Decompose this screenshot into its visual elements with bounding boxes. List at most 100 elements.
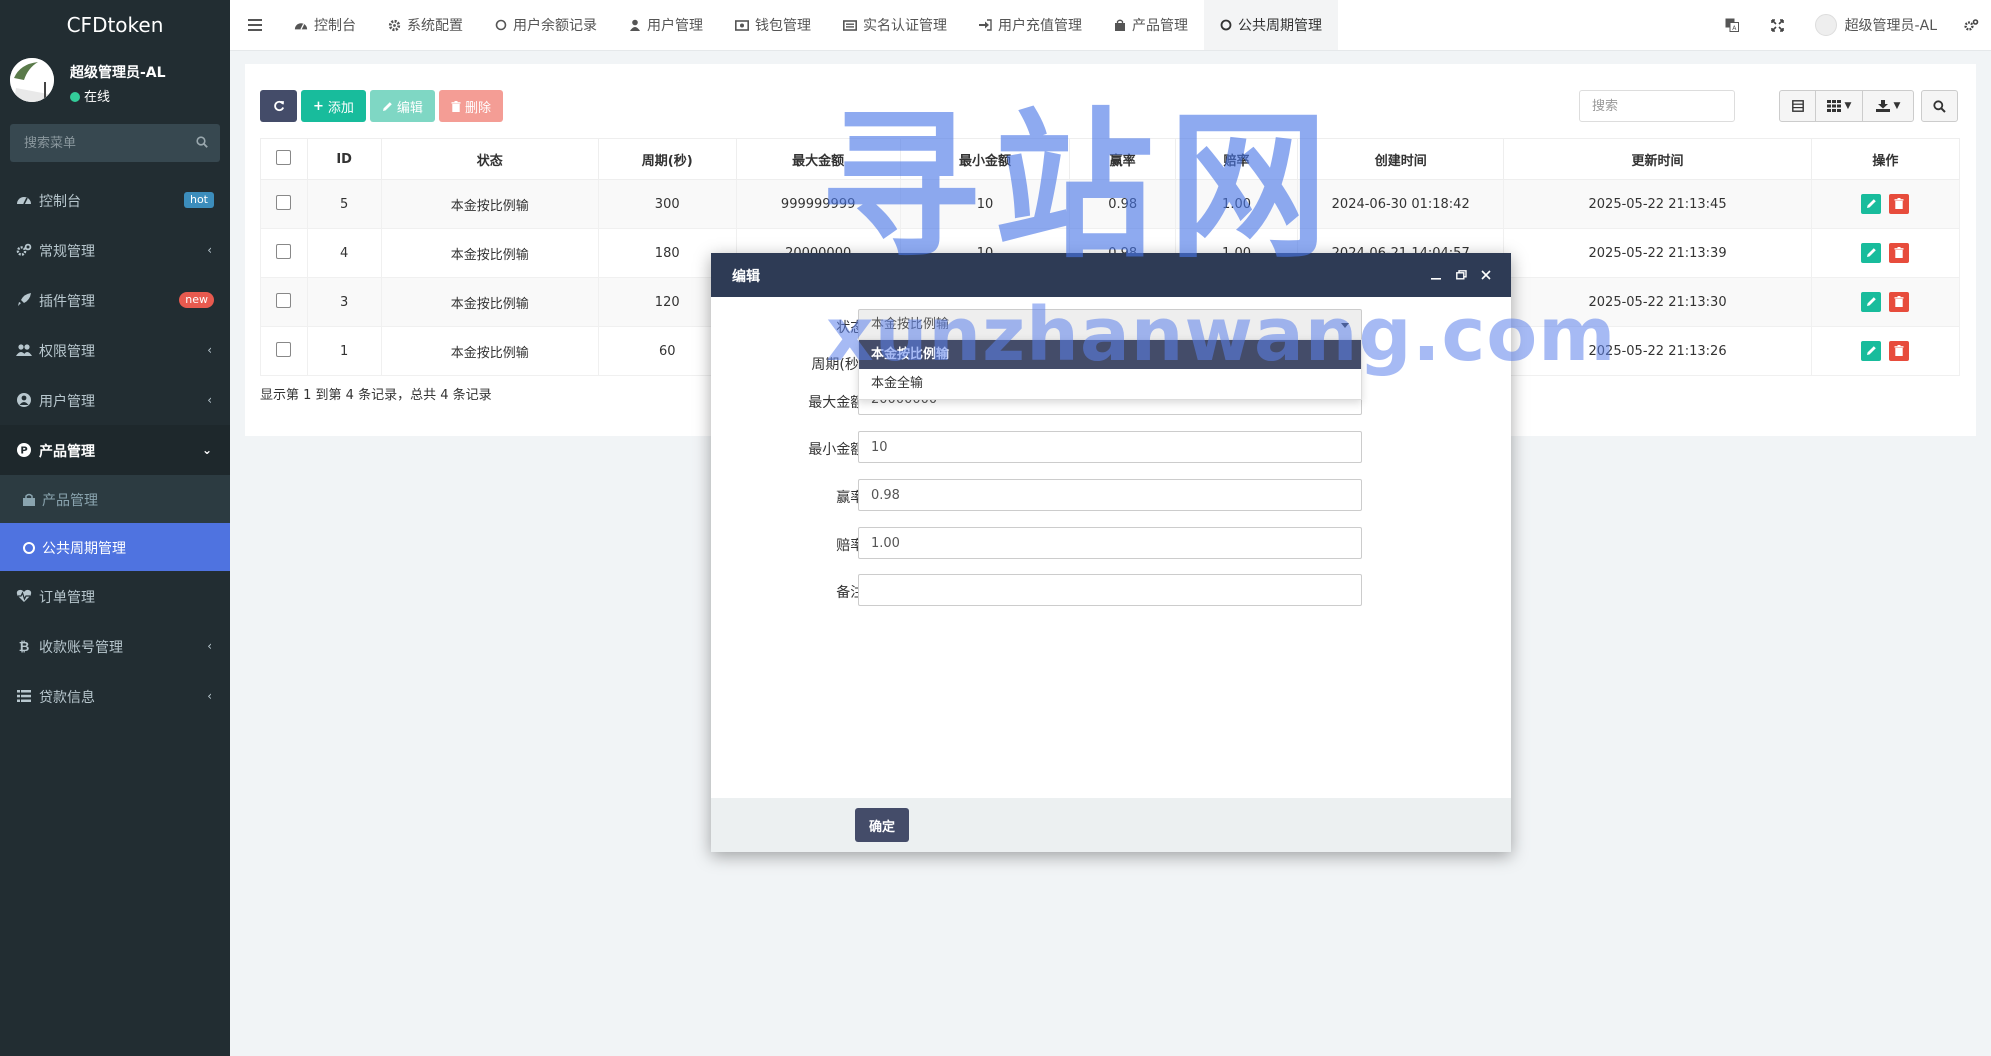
language-button[interactable]: A	[1709, 0, 1755, 50]
sidebar-menu: 控制台 hot 常规管理 ‹ 插件管理 new 权限管理 ‹ 用户管理 ‹ P …	[0, 175, 230, 721]
sidebar-item-plugins[interactable]: 插件管理 new	[0, 275, 230, 325]
row-checkbox[interactable]	[276, 341, 292, 357]
row-edit-button[interactable]	[1861, 292, 1882, 312]
language-icon: A	[1725, 18, 1739, 32]
id-card-icon	[843, 19, 857, 31]
columns-button[interactable]: ▼	[1815, 90, 1863, 122]
sidebar-item-orders[interactable]: 订单管理	[0, 571, 230, 621]
shopping-bag-icon	[23, 493, 35, 506]
tab-recharge-management[interactable]: 用户充值管理	[963, 0, 1098, 50]
row-checkbox[interactable]	[276, 194, 292, 210]
sidebar-item-permissions[interactable]: 权限管理 ‹	[0, 325, 230, 375]
sidebar-item-accounts[interactable]: ₿ 收款账号管理 ‹	[0, 621, 230, 671]
row-delete-button[interactable]	[1889, 194, 1910, 214]
tab-kyc-management[interactable]: 实名认证管理	[827, 0, 963, 50]
navbar-user-menu[interactable]: 超级管理员-AL	[1801, 14, 1951, 36]
cell-actions	[1810, 277, 1961, 327]
sidebar-subitem-public-cycle[interactable]: 公共周期管理	[0, 523, 230, 571]
tab-label: 用户充值管理	[998, 18, 1082, 34]
confirm-button[interactable]: 确定	[855, 808, 910, 842]
row-delete-button[interactable]	[1889, 243, 1910, 263]
sidebar-toggle-icon[interactable]	[240, 0, 270, 50]
nav-tabs: 控制台 系统配置 用户余额记录 用户管理 钱包管理 实名认证管理 用户充值管理	[278, 0, 1338, 50]
column-header[interactable]: 周期(秒)	[597, 138, 737, 180]
min-amount-input[interactable]	[858, 431, 1362, 463]
money-icon	[735, 19, 749, 31]
delete-button[interactable]: 删除	[438, 90, 503, 122]
sidebar-item-label: 权限管理	[39, 344, 95, 360]
svg-text:P: P	[20, 446, 27, 457]
chevron-down-icon: ⌄	[201, 443, 212, 457]
rocket-icon	[18, 293, 31, 306]
sidebar-item-products[interactable]: P 产品管理 ⌄	[0, 425, 230, 475]
tab-balance-records[interactable]: 用户余额记录	[479, 0, 613, 50]
table-toolbar: + 添加 编辑 删除	[260, 90, 503, 122]
tab-label: 控制台	[314, 18, 356, 34]
sidebar-item-dashboard[interactable]: 控制台 hot	[0, 175, 230, 225]
column-header[interactable]: 状态	[380, 138, 599, 180]
cell-updated: 2025-05-22 21:13:39	[1503, 228, 1812, 278]
sidebar-item-general[interactable]: 常规管理 ‹	[0, 225, 230, 275]
row-delete-button[interactable]	[1889, 292, 1910, 312]
list-icon	[17, 690, 31, 702]
tab-wallet-management[interactable]: 钱包管理	[719, 0, 827, 50]
sidebar-item-label: 用户管理	[39, 394, 95, 410]
tab-system-config[interactable]: 系统配置	[372, 0, 479, 50]
select-all-cell[interactable]	[260, 138, 308, 180]
pencil-icon	[1866, 248, 1876, 257]
win-rate-label: 赢率:	[836, 490, 869, 506]
row-edit-button[interactable]	[1861, 194, 1882, 214]
row-delete-button[interactable]	[1889, 341, 1910, 361]
settings-button[interactable]	[1951, 0, 1991, 50]
sidebar-subitem-label: 产品管理	[42, 493, 98, 509]
tab-label: 公共周期管理	[1238, 18, 1322, 34]
trash-icon	[1894, 198, 1904, 209]
row-edit-button[interactable]	[1861, 341, 1882, 361]
navbar-right: A 超级管理员-AL	[1709, 0, 1991, 50]
table-search-input[interactable]	[1579, 90, 1735, 122]
menu-search-input[interactable]	[10, 124, 194, 162]
remark-label: 备注:	[836, 585, 869, 601]
sidebar-item-users[interactable]: 用户管理 ‹	[0, 375, 230, 425]
dashboard-icon	[17, 197, 31, 205]
select-all-checkbox[interactable]	[276, 149, 292, 165]
cell-status: 本金按比例输	[380, 179, 599, 229]
odds-input[interactable]	[858, 527, 1362, 559]
sidebar-item-loans[interactable]: 贷款信息 ‹	[0, 671, 230, 721]
search-icon[interactable]	[196, 136, 208, 148]
table-tools: ▼ ▼	[1779, 90, 1914, 122]
column-header[interactable]: 更新时间	[1503, 138, 1812, 180]
tab-dashboard[interactable]: 控制台	[278, 0, 372, 50]
row-checkbox[interactable]	[276, 292, 292, 308]
row-edit-button[interactable]	[1861, 243, 1882, 263]
online-dot-icon	[70, 92, 80, 102]
fullscreen-button[interactable]	[1755, 0, 1801, 50]
navbar-user-name: 超级管理员-AL	[1844, 18, 1937, 34]
advanced-search-button[interactable]	[1921, 90, 1958, 122]
remark-input[interactable]	[858, 574, 1362, 606]
cell-status: 本金按比例输	[380, 277, 599, 327]
tab-user-management[interactable]: 用户管理	[613, 0, 719, 50]
toggle-view-button[interactable]	[1779, 90, 1816, 122]
app-logo[interactable]: CFDtoken	[0, 0, 230, 50]
cogs-icon	[1964, 19, 1979, 31]
products-submenu: 产品管理 公共周期管理	[0, 475, 230, 571]
refresh-button[interactable]	[260, 90, 297, 122]
close-icon[interactable]	[1477, 266, 1495, 284]
export-button[interactable]: ▼	[1862, 90, 1914, 122]
odds-label: 赔率:	[836, 538, 869, 554]
sidebar-item-label: 收款账号管理	[39, 640, 123, 656]
row-checkbox[interactable]	[276, 243, 292, 259]
pencil-icon	[382, 101, 392, 111]
column-header[interactable]: ID	[306, 138, 382, 180]
minimize-icon[interactable]	[1427, 266, 1445, 284]
tab-label: 系统配置	[407, 18, 463, 34]
win-rate-input[interactable]	[858, 479, 1362, 511]
tab-public-cycle[interactable]: 公共周期管理	[1204, 0, 1338, 50]
tab-product-management[interactable]: 产品管理	[1098, 0, 1204, 50]
maximize-icon[interactable]	[1452, 266, 1470, 284]
gear-icon	[388, 19, 401, 31]
add-button[interactable]: + 添加	[301, 90, 366, 122]
edit-button[interactable]: 编辑	[369, 90, 435, 122]
sidebar-subitem-products[interactable]: 产品管理	[0, 475, 230, 523]
